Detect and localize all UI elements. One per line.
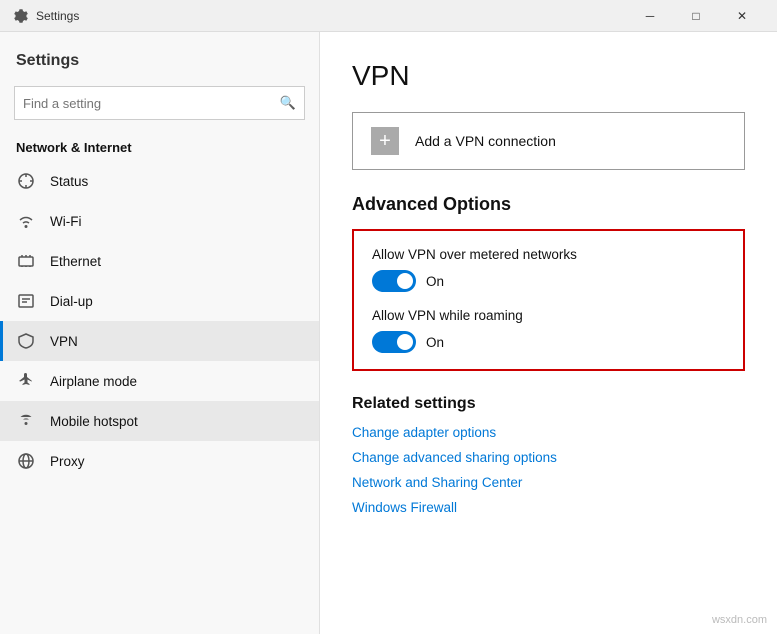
sidebar-item-proxy[interactable]: Proxy [0,441,319,481]
minimize-button[interactable]: ─ [627,0,673,32]
title-bar-left: Settings [12,8,79,24]
sidebar-item-airplane-label: Airplane mode [50,374,137,389]
advanced-options-box: Allow VPN over metered networks On Allow… [352,229,745,371]
advanced-options-title: Advanced Options [352,194,745,215]
plus-icon: + [371,127,399,155]
sidebar: Settings 🔍 Network & Internet Status [0,32,320,634]
sidebar-item-dialup-label: Dial-up [50,294,93,309]
app-body: Settings 🔍 Network & Internet Status [0,32,777,634]
title-bar-title: Settings [36,9,79,23]
status-icon [16,171,36,191]
main-content: VPN + Add a VPN connection Advanced Opti… [320,32,777,634]
sidebar-item-hotspot-label: Mobile hotspot [50,414,138,429]
settings-gear-icon [12,8,28,24]
toggle-metered-state: On [426,274,444,289]
close-button[interactable]: ✕ [719,0,765,32]
related-settings-title: Related settings [352,395,745,413]
toggle-roaming[interactable] [372,331,416,353]
sidebar-item-dialup[interactable]: Dial-up [0,281,319,321]
title-bar-controls: ─ □ ✕ [627,0,765,32]
sidebar-item-vpn[interactable]: VPN [0,321,319,361]
proxy-icon [16,451,36,471]
watermark: wsxdn.com [712,614,767,626]
sidebar-item-status-label: Status [50,174,88,189]
option-metered-toggle-row: On [372,270,725,292]
title-bar: Settings ─ □ ✕ [0,0,777,32]
toggle-metered[interactable] [372,270,416,292]
related-link-sharing[interactable]: Change advanced sharing options [352,450,745,465]
sidebar-item-proxy-label: Proxy [50,454,85,469]
maximize-button[interactable]: □ [673,0,719,32]
sidebar-item-vpn-label: VPN [50,334,78,349]
option-roaming-toggle-row: On [372,331,725,353]
ethernet-icon [16,251,36,271]
section-label: Network & Internet [0,132,319,161]
related-link-network-center[interactable]: Network and Sharing Center [352,475,745,490]
page-title: VPN [352,60,745,92]
sidebar-item-airplane[interactable]: Airplane mode [0,361,319,401]
vpn-icon [16,331,36,351]
option-metered-label: Allow VPN over metered networks [372,247,725,262]
sidebar-item-status[interactable]: Status [0,161,319,201]
sidebar-item-wifi[interactable]: Wi-Fi [0,201,319,241]
search-icon: 🔍 [280,95,296,111]
related-link-firewall[interactable]: Windows Firewall [352,500,745,515]
option-roaming: Allow VPN while roaming On [372,308,725,353]
search-box[interactable]: 🔍 [14,86,305,120]
search-input[interactable] [23,96,280,111]
toggle-roaming-state: On [426,335,444,350]
sidebar-item-hotspot[interactable]: Mobile hotspot [0,401,319,441]
airplane-icon [16,371,36,391]
option-metered: Allow VPN over metered networks On [372,247,725,292]
add-vpn-button[interactable]: + Add a VPN connection [352,112,745,170]
option-roaming-label: Allow VPN while roaming [372,308,725,323]
sidebar-item-wifi-label: Wi-Fi [50,214,81,229]
add-vpn-label: Add a VPN connection [415,133,556,149]
hotspot-icon [16,411,36,431]
sidebar-header: Settings [0,32,319,78]
dialup-icon [16,291,36,311]
related-link-adapter[interactable]: Change adapter options [352,425,745,440]
wifi-icon [16,211,36,231]
sidebar-item-ethernet[interactable]: Ethernet [0,241,319,281]
sidebar-item-ethernet-label: Ethernet [50,254,101,269]
